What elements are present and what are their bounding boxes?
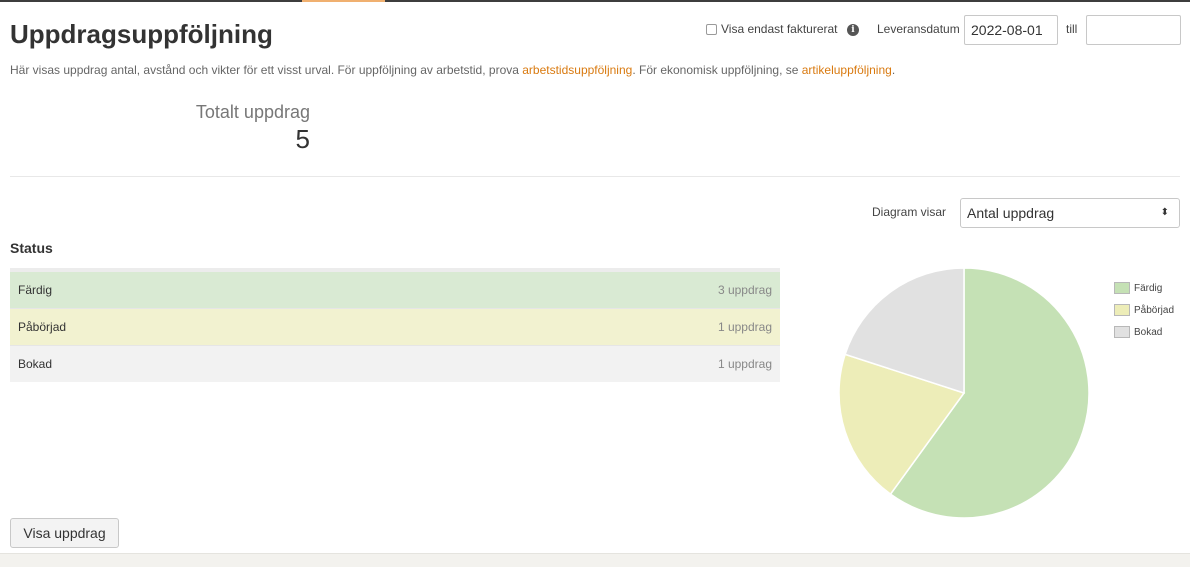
- total-assignments-label: Totalt uppdrag: [195, 102, 310, 122]
- page-description: Här visas uppdrag antal, avstånd och vik…: [10, 63, 895, 77]
- diagram-select-value: Antal uppdrag: [967, 205, 1055, 221]
- status-row-fardig[interactable]: Färdig 3 uppdrag: [10, 272, 780, 309]
- info-icon[interactable]: i: [847, 24, 859, 36]
- work-time-followup-link[interactable]: arbetstidsuppföljning: [522, 63, 632, 77]
- legend-label: Bokad: [1134, 326, 1163, 338]
- legend-item: Färdig: [1114, 277, 1174, 299]
- status-row-bokad[interactable]: Bokad 1 uppdrag: [10, 346, 780, 382]
- pie-chart-svg: [838, 267, 1090, 519]
- status-count: 1 uppdrag: [717, 320, 772, 334]
- status-pie-chart: [838, 267, 1090, 519]
- active-tab-indicator: [302, 0, 385, 2]
- legend-swatch: [1114, 282, 1130, 294]
- description-text-2: . För ekonomisk uppföljning, se: [632, 63, 802, 77]
- invoiced-only-label: Visa endast fakturerat: [721, 22, 838, 36]
- select-arrows-icon: ⬍: [1160, 207, 1169, 218]
- date-from-input[interactable]: [964, 15, 1058, 45]
- legend-swatch: [1114, 326, 1130, 338]
- status-table: Färdig 3 uppdrag Påbörjad 1 uppdrag Boka…: [10, 268, 780, 382]
- top-border: [0, 0, 1190, 2]
- article-followup-link[interactable]: artikeluppföljning: [802, 63, 892, 77]
- legend-swatch: [1114, 304, 1130, 316]
- legend-item: Påbörjad: [1114, 299, 1174, 321]
- status-row-paborjad[interactable]: Påbörjad 1 uppdrag: [10, 309, 780, 346]
- legend-label: Påbörjad: [1134, 304, 1175, 316]
- status-label: Påbörjad: [18, 320, 67, 334]
- status-label: Bokad: [18, 357, 53, 371]
- description-text-3: .: [891, 63, 896, 77]
- date-to-input[interactable]: [1086, 15, 1181, 45]
- status-count: 1 uppdrag: [717, 357, 772, 371]
- chart-legend: Färdig Påbörjad Bokad: [1114, 277, 1174, 343]
- invoiced-only-checkbox[interactable]: [706, 23, 717, 35]
- status-count: 3 uppdrag: [717, 283, 772, 297]
- invoiced-only-filter[interactable]: Visa endast fakturerat: [706, 22, 838, 36]
- diagram-shows-label: Diagram visar: [872, 205, 947, 219]
- legend-label: Färdig: [1134, 282, 1163, 294]
- legend-item: Bokad: [1114, 321, 1174, 343]
- diagram-select[interactable]: Antal uppdrag ⬍: [960, 198, 1180, 228]
- description-text-1: Här visas uppdrag antal, avstånd och vik…: [10, 63, 523, 77]
- till-label: till: [1066, 22, 1078, 36]
- footer-band: [0, 553, 1190, 567]
- delivery-date-label: Leveransdatum: [877, 22, 960, 36]
- show-assignments-button[interactable]: Visa uppdrag: [10, 518, 119, 548]
- page-title: Uppdragsuppföljning: [10, 19, 273, 49]
- total-assignments-value: 5: [295, 124, 310, 154]
- status-label: Färdig: [18, 283, 53, 297]
- status-heading: Status: [10, 240, 53, 256]
- divider: [10, 176, 1180, 177]
